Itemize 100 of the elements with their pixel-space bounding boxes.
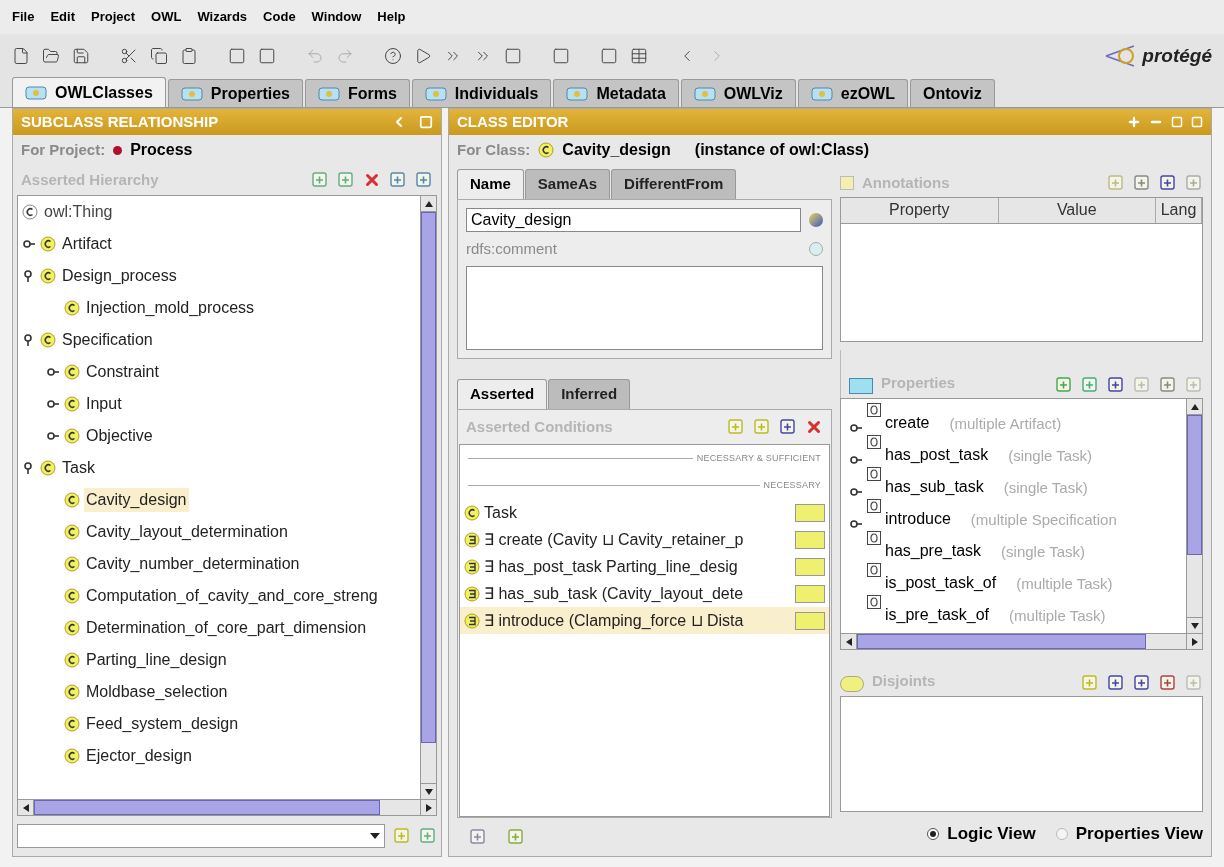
condition-text: Task [484,502,518,523]
condition-row[interactable]: ∃ introduce (Clamping_force ⊔ Dista [460,607,829,634]
column-header[interactable]: Property [841,198,999,223]
tree-item[interactable]: Input [84,392,124,416]
tree-item[interactable]: Task [60,456,97,480]
horizontal-scrollbar[interactable] [841,633,1202,649]
tab[interactable]: Ontoviz [910,79,995,107]
comment-field[interactable] [466,266,823,350]
radio-label[interactable]: Properties View [1075,821,1203,847]
vertical-scrollbar[interactable] [420,196,436,799]
tab[interactable]: DifferentFrom [611,169,737,199]
menu-item[interactable]: File [12,7,35,27]
horizontal-scrollbar[interactable] [18,799,436,815]
tab[interactable]: ezOWL [797,79,908,107]
menu-item[interactable]: Edit [50,7,75,27]
condition-row[interactable]: ∃ create (Cavity ⊔ Cavity_retainer_p [460,526,829,553]
property-name[interactable]: is_pre_task_of [885,603,990,627]
property-name[interactable]: introduce [885,507,951,531]
condition-row[interactable]: Task [460,499,829,526]
expand-handle-icon[interactable] [849,517,863,531]
menu-item[interactable]: Code [263,7,296,27]
scroll-right-icon[interactable] [1191,637,1198,646]
tree-item[interactable]: Design_process [60,264,179,288]
class-icon [64,588,80,604]
tree-item[interactable]: Feed_system_design [84,712,241,736]
tree-item[interactable]: Constraint [84,360,161,384]
tree-item[interactable]: Cavity_layout_determination [84,520,290,544]
column-header[interactable]: Lang [1156,198,1202,223]
column-header[interactable]: Value [998,198,1156,223]
tree-item[interactable]: owl:Thing [42,200,115,224]
property-range: (multiple Artifact) [949,413,1062,434]
expand-handle-icon[interactable] [46,365,60,379]
radio-button[interactable] [1055,828,1068,840]
menu-item[interactable]: Wizards [197,7,248,27]
menu-item[interactable]: Window [311,7,362,27]
help-icon[interactable] [384,47,402,65]
scroll-left-icon[interactable] [22,803,29,812]
expand-handle-icon[interactable] [849,485,863,499]
dropdown-arrow-icon[interactable] [370,833,380,839]
menu-item[interactable]: Project [90,7,136,27]
scroll-up-icon[interactable] [1190,403,1199,410]
add-icon[interactable] [1159,174,1177,192]
tab[interactable]: Asserted [457,379,548,409]
menu-item[interactable]: Help [377,7,406,27]
radio-label[interactable]: Logic View [947,821,1036,847]
property-name[interactable]: has_pre_task [885,539,982,563]
tree-item[interactable]: Artifact [60,232,114,256]
expand-handle-icon[interactable] [46,429,60,443]
expand-handle-icon[interactable] [849,453,863,467]
add-icon[interactable] [1107,376,1125,394]
tree-item[interactable]: Ejector_design [84,744,194,768]
scroll-up-icon[interactable] [424,200,433,207]
tab[interactable]: Forms [304,79,410,107]
add-icon[interactable] [469,828,487,846]
property-icon [867,467,881,481]
scroll-left-icon[interactable] [845,637,852,646]
tree-item[interactable]: Parting_line_design [84,648,229,672]
tree-item[interactable]: Computation_of_cavity_and_core_streng [84,584,380,608]
scroll-down-icon[interactable] [1190,622,1199,629]
tree-item[interactable]: Cavity_number_determination [84,552,302,576]
scroll-right-icon[interactable] [425,803,432,812]
expand-handle-icon[interactable] [849,421,863,435]
tree-item[interactable]: Injection_mold_process [84,296,257,320]
property-name[interactable]: has_sub_task [885,475,984,499]
property-name[interactable]: is_post_task_of [885,571,997,595]
scroll-down-icon[interactable] [424,788,433,795]
expand-handle-icon[interactable] [22,237,36,251]
maximize-icon[interactable] [419,115,433,129]
tab[interactable]: Inferred [548,379,631,409]
expand-handle-icon[interactable] [46,397,60,411]
tab[interactable]: OWLViz [680,79,796,107]
tab[interactable]: Individuals [411,79,552,107]
open-folder-icon[interactable] [42,47,60,65]
plus-icon[interactable] [1127,115,1141,129]
copy-icon[interactable] [150,47,168,65]
tree-item[interactable]: Objective [84,424,155,448]
tree-item[interactable]: Determination_of_core_part_dimension [84,616,369,640]
tree-item[interactable]: Cavity_design [84,488,189,512]
property-name[interactable]: create [885,411,930,435]
tab[interactable]: SameAs [524,169,611,199]
tab[interactable]: Properties [167,79,303,107]
tab[interactable]: Name [457,169,524,199]
tree-item[interactable]: Specification [60,328,155,352]
vertical-scrollbar[interactable] [1186,399,1202,633]
property-name[interactable]: has_post_task [885,443,989,467]
tab[interactable]: OWLClasses [12,77,166,107]
condition-row[interactable]: ∃ has_sub_task (Cavity_layout_dete [460,580,829,607]
cut-icon[interactable] [120,47,138,65]
condition-row[interactable]: ∃ has_post_task Parting_line_desig [460,553,829,580]
play-icon[interactable] [414,47,432,65]
radio-button[interactable] [927,828,940,840]
name-field[interactable]: Cavity_design [466,208,801,232]
table-icon[interactable] [630,47,648,65]
save-icon[interactable] [72,47,90,65]
paste-icon[interactable] [180,47,198,65]
tree-item[interactable]: Moldbase_selection [84,680,230,704]
new-file-icon[interactable] [12,47,30,65]
property-icon [867,563,881,577]
menu-item[interactable]: OWL [151,7,182,27]
tab[interactable]: Metadata [553,79,679,107]
